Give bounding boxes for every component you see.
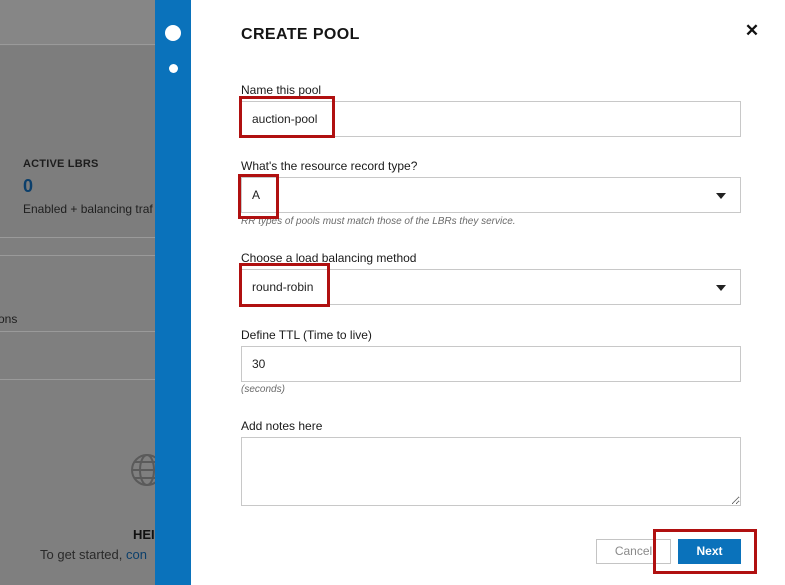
chevron-down-icon (716, 285, 726, 291)
active-lbrs-label: ACTIVE LBRS (23, 158, 99, 170)
ttl-label: Define TTL (Time to live) (241, 328, 372, 342)
modal-title: CREATE POOL (241, 26, 360, 43)
notes-label: Add notes here (241, 419, 323, 433)
next-button[interactable]: Next (678, 539, 741, 564)
background-header (0, 0, 160, 45)
lb-method-label: Choose a load balancing method (241, 251, 417, 265)
step-indicator-current (165, 25, 181, 41)
background-list-row (0, 332, 160, 380)
help-link: con (126, 547, 147, 562)
background-page: ACTIVE LBRS 0 Enabled + balancing traf o… (0, 0, 160, 585)
rr-type-value: A (252, 188, 261, 202)
chevron-down-icon (716, 193, 726, 199)
active-lbrs-subtitle: Enabled + balancing traf (23, 202, 153, 216)
close-icon[interactable]: ✕ (744, 22, 760, 40)
pool-name-input[interactable] (241, 101, 741, 137)
step-progress-rail (155, 0, 191, 585)
help-text: To get started, con (40, 547, 147, 562)
create-pool-modal: CREATE POOL ✕ Name this pool What's the … (191, 0, 785, 585)
help-title: HEI (133, 527, 155, 542)
pool-name-label: Name this pool (241, 83, 322, 97)
active-lbrs-card: ACTIVE LBRS 0 Enabled + balancing traf (0, 46, 160, 238)
help-text-prefix: To get started, (40, 547, 126, 562)
active-lbrs-count: 0 (23, 176, 34, 196)
ttl-hint: (seconds) (241, 384, 285, 395)
rr-type-label: What's the resource record type? (241, 159, 418, 173)
lb-method-value: round-robin (252, 280, 314, 294)
background-row-text: ons (0, 312, 18, 326)
rr-type-hint: RR types of pools must match those of th… (241, 216, 516, 227)
step-indicator-next (169, 64, 178, 73)
lb-method-select[interactable]: round-robin (241, 269, 741, 305)
cancel-button[interactable]: Cancel (596, 539, 671, 564)
ttl-input[interactable] (241, 346, 741, 382)
rr-type-select[interactable]: A (241, 177, 741, 213)
background-list-row: ons (0, 255, 160, 332)
notes-textarea[interactable] (241, 437, 741, 506)
